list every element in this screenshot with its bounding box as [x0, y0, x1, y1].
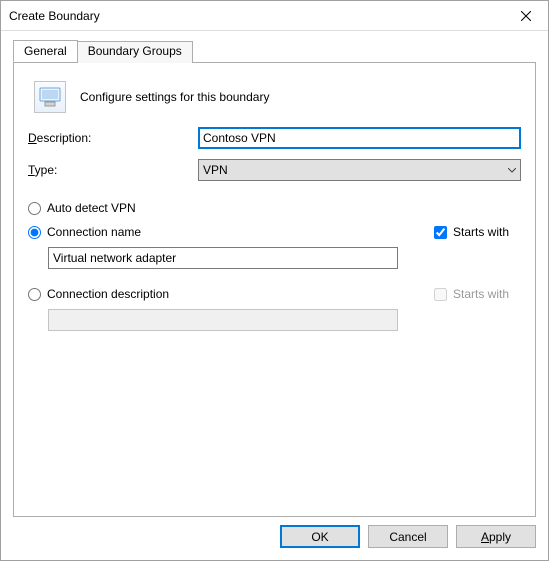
titlebar: Create Boundary [1, 1, 548, 31]
window-title: Create Boundary [9, 9, 503, 23]
type-value: VPN [203, 163, 228, 177]
tab-general-label: General [24, 44, 67, 58]
connection-name-radio[interactable] [28, 226, 41, 239]
desc-starts-with-label: Starts with [453, 287, 509, 301]
description-label: Description: [28, 131, 198, 145]
tab-general[interactable]: General [13, 40, 78, 62]
description-input[interactable] [198, 127, 521, 149]
connection-desc-row: Connection description Starts with [28, 287, 521, 301]
connection-name-sub [28, 247, 521, 269]
tab-container: General Boundary Groups Configure settin… [1, 31, 548, 517]
connection-desc-radio[interactable] [28, 288, 41, 301]
auto-detect-label: Auto detect VPN [47, 201, 136, 215]
desc-starts-with-checkbox [434, 288, 447, 301]
connection-name-label: Connection name [47, 225, 141, 239]
name-starts-with-label: Starts with [453, 225, 509, 239]
tab-boundary-groups[interactable]: Boundary Groups [77, 41, 193, 63]
connection-desc-sub [28, 309, 521, 331]
auto-detect-row: Auto detect VPN [28, 201, 521, 215]
connection-name-input[interactable] [48, 247, 398, 269]
apply-button[interactable]: Apply [456, 525, 536, 548]
type-row: Type: VPN [28, 159, 521, 181]
type-label: Type: [28, 163, 198, 177]
auto-detect-radio[interactable] [28, 202, 41, 215]
panel-subtitle: Configure settings for this boundary [80, 90, 269, 104]
ok-label: OK [311, 530, 328, 544]
cancel-label: Cancel [389, 530, 426, 544]
tab-groups-label: Boundary Groups [88, 44, 182, 58]
close-icon [521, 11, 531, 21]
create-boundary-dialog: Create Boundary General Boundary Groups [0, 0, 549, 561]
type-select[interactable]: VPN [198, 159, 521, 181]
dialog-footer: OK Cancel Apply [1, 517, 548, 560]
panel-header: Configure settings for this boundary [28, 77, 521, 127]
connection-desc-label: Connection description [47, 287, 169, 301]
chevron-down-icon [508, 159, 516, 181]
tab-strip: General Boundary Groups [13, 39, 536, 61]
boundary-icon [34, 81, 66, 113]
connection-desc-input [48, 309, 398, 331]
cancel-button[interactable]: Cancel [368, 525, 448, 548]
tab-panel-general: Configure settings for this boundary Des… [13, 62, 536, 517]
name-starts-with-checkbox[interactable] [434, 226, 447, 239]
apply-label: Apply [481, 530, 511, 544]
close-button[interactable] [503, 1, 548, 31]
ok-button[interactable]: OK [280, 525, 360, 548]
description-row: Description: [28, 127, 521, 149]
connection-name-row: Connection name Starts with [28, 225, 521, 239]
